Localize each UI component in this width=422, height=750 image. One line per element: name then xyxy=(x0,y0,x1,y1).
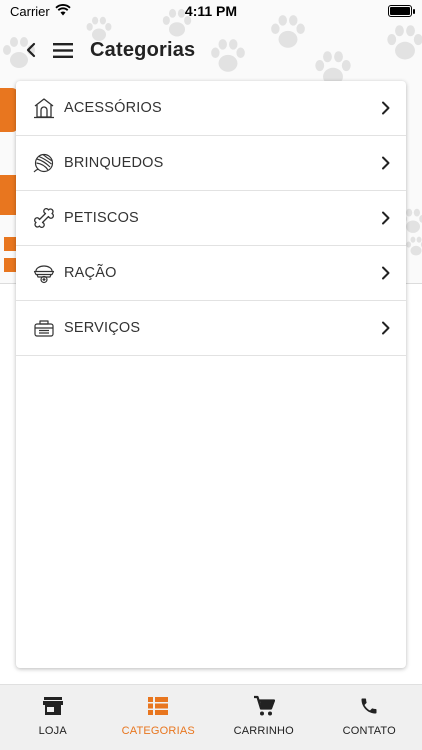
menu-button[interactable] xyxy=(48,30,78,70)
banner-accent xyxy=(4,258,16,272)
category-item-brinquedos[interactable]: BRINQUEDOS xyxy=(16,136,406,191)
paw-print-icon xyxy=(404,236,422,258)
nav-label: CATEGORIAS xyxy=(121,725,195,737)
category-item-servicos[interactable]: SERVIÇOS xyxy=(16,301,406,356)
category-label: ACESSÓRIOS xyxy=(64,100,162,116)
list-icon xyxy=(146,695,170,717)
banner-accent xyxy=(4,237,16,251)
category-label: RAÇÃO xyxy=(64,265,117,281)
chevron-right-icon xyxy=(378,321,392,335)
pet-carrier-icon xyxy=(33,317,55,339)
doghouse-icon xyxy=(33,97,55,119)
nav-item-loja[interactable]: LOJA xyxy=(0,685,106,750)
app-header: Categorias xyxy=(0,30,422,70)
category-label: SERVIÇOS xyxy=(64,320,141,336)
battery-icon xyxy=(388,5,415,17)
phone-icon xyxy=(357,695,381,717)
chevron-right-icon xyxy=(378,101,392,115)
category-label: PETISCOS xyxy=(64,210,139,226)
carrier-label: Carrier xyxy=(10,3,50,19)
wifi-icon xyxy=(55,3,71,19)
nav-item-contato[interactable]: CONTATO xyxy=(317,685,422,750)
category-item-acessorios[interactable]: ACESSÓRIOS xyxy=(16,81,406,136)
yarn-ball-icon xyxy=(33,152,55,174)
hamburger-menu-icon xyxy=(53,42,73,58)
nav-label: LOJA xyxy=(38,725,67,737)
pet-food-bowl-icon xyxy=(33,262,55,284)
chevron-right-icon xyxy=(378,266,392,280)
back-button[interactable] xyxy=(16,30,46,70)
category-item-racao[interactable]: RAÇÃO xyxy=(16,246,406,301)
bone-icon xyxy=(33,207,55,229)
category-label: BRINQUEDOS xyxy=(64,155,164,171)
banner-accent xyxy=(0,175,16,215)
category-item-petiscos[interactable]: PETISCOS xyxy=(16,191,406,246)
page-title: Categorias xyxy=(90,38,196,61)
bottom-navigation: LOJA CATEGORIAS CARRINHO CONTATO xyxy=(0,684,422,750)
nav-item-carrinho[interactable]: CARRINHO xyxy=(211,685,317,750)
nav-label: CARRINHO xyxy=(233,725,294,737)
cart-icon xyxy=(252,695,276,717)
status-bar: Carrier 4:11 PM xyxy=(0,0,422,22)
chevron-right-icon xyxy=(378,156,392,170)
nav-label: CONTATO xyxy=(342,725,396,737)
store-icon xyxy=(41,695,65,717)
nav-item-categorias[interactable]: CATEGORIAS xyxy=(106,685,212,750)
chevron-left-icon xyxy=(26,42,36,58)
chevron-right-icon xyxy=(378,211,392,225)
category-list: ACESSÓRIOS BRINQUEDOS PETISCOS RAÇÃO SER… xyxy=(16,81,406,668)
